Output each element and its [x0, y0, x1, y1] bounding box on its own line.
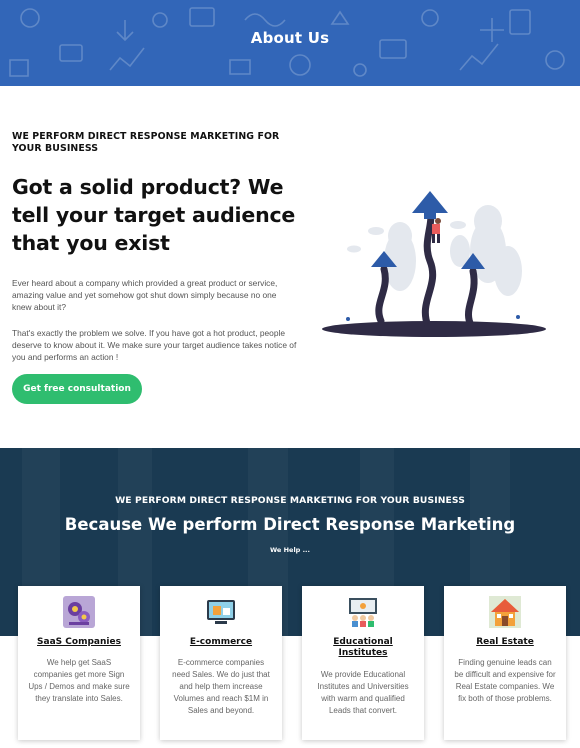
house-icon [489, 596, 521, 628]
card-title[interactable]: SaaS Companies [24, 637, 134, 648]
free-consultation-button[interactable]: Get free consultation [12, 374, 142, 404]
services-kicker: WE PERFORM DIRECT RESPONSE MARKETING FOR… [115, 495, 465, 506]
service-card-education[interactable]: Educational Institutes We provide Educat… [302, 586, 424, 740]
hero-section: WE PERFORM DIRECT RESPONSE MARKETING FOR… [0, 86, 580, 448]
services-subtitle: We Help ... [269, 546, 310, 554]
card-text: We help get SaaS companies get more Sign… [28, 658, 130, 703]
education-classroom-icon [349, 598, 377, 627]
services-title: Because We perform Direct Response Marke… [64, 515, 516, 534]
saas-gears-icon [63, 596, 95, 628]
hero-headline: Got a solid product? We tell your target… [12, 175, 296, 255]
hero-paragraph-2: That's exactly the problem we solve. If … [12, 328, 297, 362]
page-banner: About Us [0, 0, 580, 86]
card-text: We provide Educational Institutes and Un… [317, 670, 409, 715]
service-card-real-estate[interactable]: Real Estate Finding genuine leads can be… [444, 586, 566, 740]
card-text: E-commerce companies need Sales. We do j… [172, 658, 270, 715]
hero-paragraph-1: Ever heard about a company which provide… [12, 278, 278, 312]
growth-arrows-illustration [322, 191, 546, 337]
page-title: About Us [250, 29, 330, 47]
card-title[interactable]: Real Estate [450, 637, 560, 648]
hero-kicker: WE PERFORM DIRECT RESPONSE MARKETING FOR… [12, 131, 280, 154]
service-card-ecommerce[interactable]: E-commerce E-commerce companies need Sal… [160, 586, 282, 740]
card-title[interactable]: Educational Institutes [308, 637, 418, 659]
service-card-saas[interactable]: SaaS Companies We help get SaaS companie… [18, 586, 140, 740]
ecommerce-store-icon [207, 600, 235, 624]
card-text: Finding genuine leads can be difficult a… [454, 658, 556, 703]
card-title[interactable]: E-commerce [166, 637, 276, 648]
